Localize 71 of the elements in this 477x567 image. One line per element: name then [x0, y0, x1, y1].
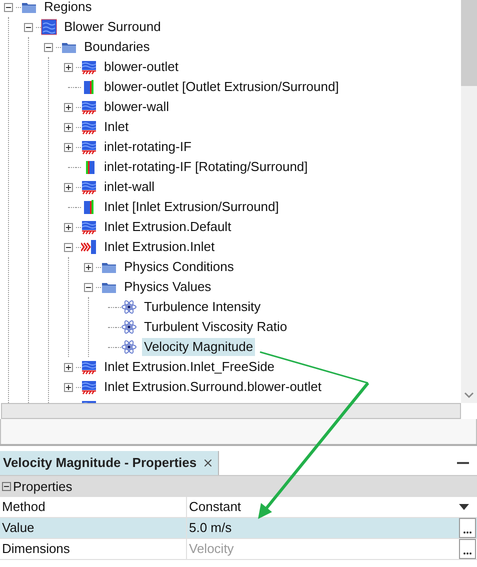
folder-icon — [21, 0, 37, 15]
tree-item[interactable]: Physics Conditions — [122, 258, 236, 276]
tree-item[interactable]: Turbulent Viscosity Ratio — [142, 318, 290, 336]
expand-toggle[interactable] — [84, 262, 92, 272]
group-header[interactable]: Properties — [0, 476, 477, 497]
property-value[interactable]: 5.0 m/s — [187, 518, 459, 538]
chevron-down-icon[interactable] — [464, 391, 474, 399]
collapse-toggle[interactable] — [84, 282, 92, 292]
property-name: Value — [0, 518, 187, 538]
tree-item[interactable]: Inlet — [102, 118, 131, 136]
atom-icon — [121, 319, 137, 335]
boundary-icon — [81, 179, 97, 195]
expand-toggle[interactable] — [64, 142, 72, 152]
tree-item[interactable]: Velocity Magnitude — [142, 338, 256, 356]
property-value[interactable]: Constant — [187, 497, 459, 517]
tree-item[interactable]: Inlet Extrusion.Inlet_FreeSide — [102, 358, 277, 376]
atom-icon — [121, 299, 137, 315]
expand-toggle[interactable] — [64, 222, 72, 232]
collapse-toggle[interactable] — [24, 22, 32, 32]
atom-icon — [121, 339, 137, 355]
boundary-icon — [81, 99, 97, 115]
tree-item[interactable]: inlet-wall — [102, 178, 157, 196]
property-name: Method — [0, 497, 187, 517]
boundary-icon — [81, 359, 97, 375]
horizontal-scrollbar[interactable] — [1, 403, 461, 419]
properties-tab[interactable]: Velocity Magnitude - Properties — [0, 451, 219, 475]
tree-item[interactable]: Inlet [Inlet Extrusion/Surround] — [102, 198, 281, 216]
expand-toggle[interactable] — [64, 382, 72, 392]
property-name: Dimensions — [0, 539, 187, 559]
tree-item[interactable]: blower-outlet — [102, 58, 180, 76]
expand-toggle[interactable] — [64, 182, 72, 192]
collapse-toggle[interactable] — [44, 42, 52, 52]
inlet-icon — [81, 239, 97, 255]
ellipsis-icon — [463, 552, 472, 555]
expand-toggle[interactable] — [64, 122, 72, 132]
dropdown-arrow-icon[interactable] — [459, 504, 469, 510]
group-label: Properties — [13, 478, 72, 496]
tree-item[interactable]: inlet-rotating-IF [Rotating/Surround] — [102, 158, 310, 176]
vertical-scrollbar[interactable] — [461, 0, 477, 403]
collapse-icon[interactable] — [2, 482, 11, 491]
expand-toggle[interactable] — [64, 102, 72, 112]
close-icon[interactable] — [202, 457, 214, 469]
ellipsis-button[interactable] — [459, 539, 476, 559]
collapse-toggle[interactable] — [64, 242, 72, 252]
tree-item[interactable]: Inlet Extrusion.Default — [102, 218, 234, 236]
tab-title: Velocity Magnitude - Properties — [3, 454, 197, 472]
boundary-icon — [81, 139, 97, 155]
tree-item[interactable]: blower-outlet [Outlet Extrusion/Surround] — [102, 78, 341, 96]
tree-item[interactable]: Physics Values — [122, 278, 214, 296]
tree-item[interactable]: Regions — [42, 0, 94, 16]
ellipsis-button[interactable] — [459, 518, 476, 538]
boundary-icon — [81, 219, 97, 235]
scrollbar-thumb[interactable] — [461, 0, 477, 86]
boundary-icon — [81, 119, 97, 135]
property-row[interactable]: Method Constant — [0, 497, 477, 518]
expand-toggle[interactable] — [64, 62, 72, 72]
tree-item[interactable]: blower-wall — [102, 98, 172, 116]
property-row[interactable]: Dimensions Velocity — [0, 539, 477, 560]
tree-item[interactable]: Inlet Extrusion.Inlet — [102, 238, 217, 256]
tree-item[interactable]: Boundaries — [82, 38, 152, 56]
ellipsis-icon — [463, 531, 472, 534]
boundary-icon — [81, 379, 97, 395]
tree-item[interactable]: inlet-rotating-IF — [102, 138, 194, 156]
region-icon — [41, 19, 57, 35]
expand-toggle[interactable] — [64, 362, 72, 372]
tree-item[interactable]: Inlet Extrusion.Surround.blower-outlet — [102, 378, 324, 396]
boundary-icon — [81, 59, 97, 75]
collapse-toggle[interactable] — [4, 2, 12, 12]
tree-item[interactable]: Blower Surround — [62, 18, 163, 36]
tree-item[interactable]: Turbulence Intensity — [142, 298, 263, 316]
property-row[interactable]: Value 5.0 m/s — [0, 518, 477, 539]
